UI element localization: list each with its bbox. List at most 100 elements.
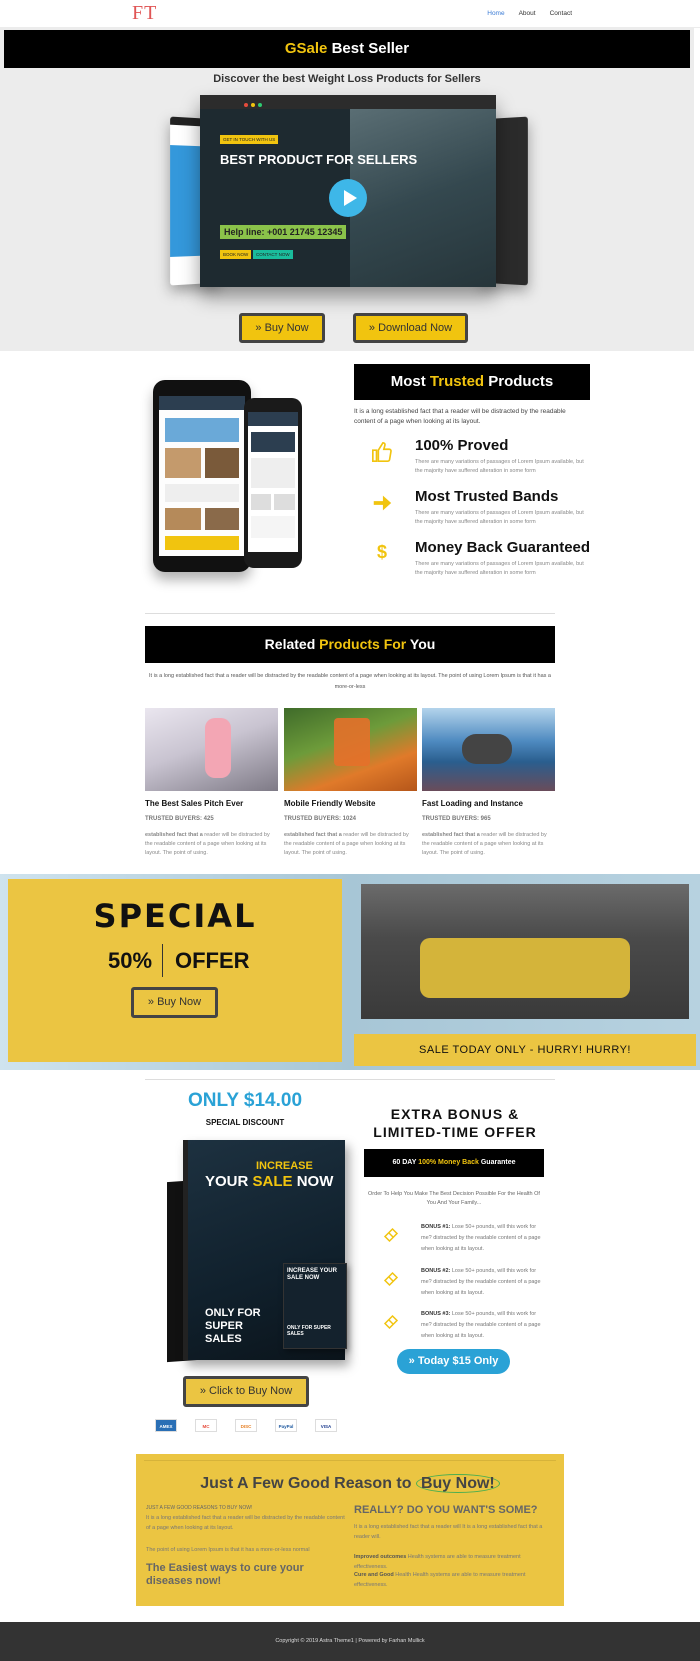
bonus-label: BONUS #1: [421, 1224, 451, 1230]
special-divider [162, 944, 163, 977]
mockup-tag: GET IN TOUCH WITH US [220, 135, 279, 144]
book-cover-only: ONLY FOR SUPER SALES [205, 1307, 261, 1345]
hero-download-now-button[interactable]: » Download Now [353, 313, 468, 343]
ticket-icon [382, 1313, 400, 1331]
trusted-head-c: Products [484, 373, 554, 390]
reasons-left-text: It is a long established fact that a rea… [146, 1515, 345, 1531]
reasons-right-text: It is a long established fact that a rea… [354, 1524, 543, 1540]
reasons-outcomes-text: Improved outcomes Health systems are abl… [354, 1552, 554, 1572]
thumbs-up-icon [370, 441, 394, 465]
mockup-contact-button: CONTACT NOW [253, 250, 293, 259]
hero-buy-now-button[interactable]: » Buy Now [239, 313, 325, 343]
site-logo[interactable]: FT [132, 2, 157, 25]
feature-text-bands: There are many variations of passages of… [415, 510, 584, 525]
bonus-label: BONUS #2: [421, 1268, 451, 1274]
related-head-b: Products For [319, 636, 407, 652]
hero-subtitle: Discover the best Weight Loss Products f… [213, 73, 481, 85]
trusted-head-a: Most [390, 373, 430, 390]
reasons-cure-text: Cure and Good Health Health systems are … [354, 1570, 554, 1590]
guarantee-bar: 60 DAY 100% Money Back Guarantee [364, 1149, 544, 1177]
related-description: It is a long established fact that a rea… [149, 673, 551, 690]
phone-mockup-large [153, 380, 251, 572]
nav-link-contact[interactable]: Contact [550, 10, 572, 17]
discover-icon: DISC [235, 1419, 257, 1432]
extra-bonus-title: EXTRA BONUS & LIMITED-TIME OFFER [373, 1106, 537, 1140]
book-cover-increase: INCREASE [256, 1160, 313, 1172]
card-text-mobile-friendly: established fact that a reader will be d… [284, 831, 417, 858]
offer-price: ONLY $14.00 [187, 1090, 303, 1111]
reasons-cure-bold: Cure and Good [354, 1572, 394, 1578]
banner-brand: GSale [284, 40, 328, 57]
reasons-outcomes-bold: Improved outcomes [354, 1554, 407, 1560]
special-buy-now-button[interactable]: » Buy Now [131, 987, 218, 1018]
mastercard-icon: MC [195, 1419, 217, 1432]
reasons-left-text-2: The point of using Lorem Ipsum is that i… [146, 1547, 310, 1553]
card-text-bold: established fact that a [284, 832, 342, 838]
bonus-3: BONUS #3: Lose 50+ pounds, will this wor… [421, 1309, 546, 1342]
card-buyers-sales-pitch: TRUSTED BUYERS: 425 [145, 816, 214, 822]
product-image-yoga[interactable] [422, 708, 555, 791]
play-video-icon[interactable] [329, 179, 367, 217]
reasons-small-label: JUST A FEW GOOD REASONS TO BUY NOW! [146, 1505, 253, 1511]
reasons-right-heading: REALLY? DO YOU WANT'S SOME? [354, 1504, 538, 1516]
feature-title-proved: 100% Proved [415, 437, 509, 454]
card-title-sales-pitch[interactable]: The Best Sales Pitch Ever [145, 799, 243, 808]
card-title-fast-loading[interactable]: Fast Loading and Instance [422, 799, 523, 808]
nav-link-home[interactable]: Home [487, 10, 504, 17]
ticket-icon [382, 1226, 400, 1244]
bonus-1: BONUS #1: Lose 50+ pounds, will this wor… [421, 1222, 546, 1255]
window-dots [244, 103, 262, 107]
section-divider [145, 1079, 555, 1080]
footer-copyright: Copyright © 2019 Astra Theme1 | Powered … [0, 1622, 700, 1661]
card-title-mobile-friendly[interactable]: Mobile Friendly Website [284, 799, 375, 808]
sofa-shape [420, 938, 630, 998]
nav-menu: Home About Contact [487, 10, 572, 17]
product-image-runner[interactable] [145, 708, 278, 791]
special-title: SPECIAL [93, 897, 257, 935]
feature-text-money-back: There are many variations of passages of… [415, 561, 584, 576]
guarantee-b: 100% Money Back [418, 1159, 479, 1166]
feature-title-bands: Most Trusted Bands [415, 488, 559, 505]
special-percent: 50% [108, 948, 153, 973]
guarantee-c: Guarantee [478, 1159, 516, 1166]
reason-title-buy-now[interactable]: Buy Now! [415, 1474, 500, 1493]
offer-special-discount: SPECIAL DISCOUNT [205, 1118, 285, 1127]
card-buyers-fast-loading: TRUSTED BUYERS: 965 [422, 816, 491, 822]
trusted-description: It is a long established fact that a rea… [354, 408, 566, 425]
small-book-only: ONLY FOR SUPER SALES [287, 1325, 331, 1337]
top-navbar [0, 0, 700, 28]
click-to-buy-button[interactable]: » Click to Buy Now [183, 1376, 309, 1407]
guarantee-a: 60 DAY [392, 1159, 419, 1166]
feature-text-proved: There are many variations of passages of… [415, 459, 584, 474]
trusted-heading: Most Trusted Products [354, 364, 590, 400]
book-title-a: YOUR [205, 1173, 253, 1190]
product-image-juice[interactable] [284, 708, 417, 791]
related-head-a: Related [264, 636, 320, 652]
card-buyers-mobile-friendly: TRUSTED BUYERS: 1024 [284, 816, 357, 822]
phone-mockup-small [244, 398, 302, 568]
small-book-title: INCREASE YOUR SALE NOW [287, 1268, 337, 1281]
dollar-icon: $ [376, 542, 387, 562]
arrow-right-icon [370, 492, 394, 516]
amex-icon: AMEX [155, 1419, 177, 1432]
mockup-book-button: BOOK NOW [220, 250, 252, 259]
related-heading: Related Products For You [145, 626, 555, 663]
visa-icon: VISA [315, 1419, 337, 1432]
reasons-top-line [144, 1460, 556, 1461]
reasons-left-heading: The Easiest ways to cure your diseases n… [146, 1562, 304, 1587]
ticket-icon [382, 1270, 400, 1288]
book-cover-title: YOUR SALE NOW [205, 1173, 333, 1190]
mockup-title: BEST PRODUCT FOR SELLERS [220, 152, 418, 167]
card-text-bold: established fact that a [422, 832, 480, 838]
mockup-helpline: Help line: +001 21745 12345 [220, 225, 347, 239]
nav-link-about[interactable]: About [519, 10, 536, 17]
banner-rest: Best Seller [327, 40, 410, 57]
reasons-title: Just A Few Good Reason to Buy Now! [136, 1474, 564, 1493]
today-15-only-button[interactable]: » Today $15 Only [397, 1349, 510, 1374]
special-offer-word: OFFER [175, 948, 250, 973]
card-text-fast-loading: established fact that a reader will be d… [422, 831, 555, 858]
book-title-c: NOW [292, 1173, 334, 1190]
order-help-text: Order To Help You Make The Best Decision… [368, 1191, 540, 1206]
sale-today-bar: SALE TODAY ONLY - HURRY! HURRY! [354, 1034, 696, 1066]
card-text-sales-pitch: established fact that a reader will be d… [145, 831, 278, 858]
